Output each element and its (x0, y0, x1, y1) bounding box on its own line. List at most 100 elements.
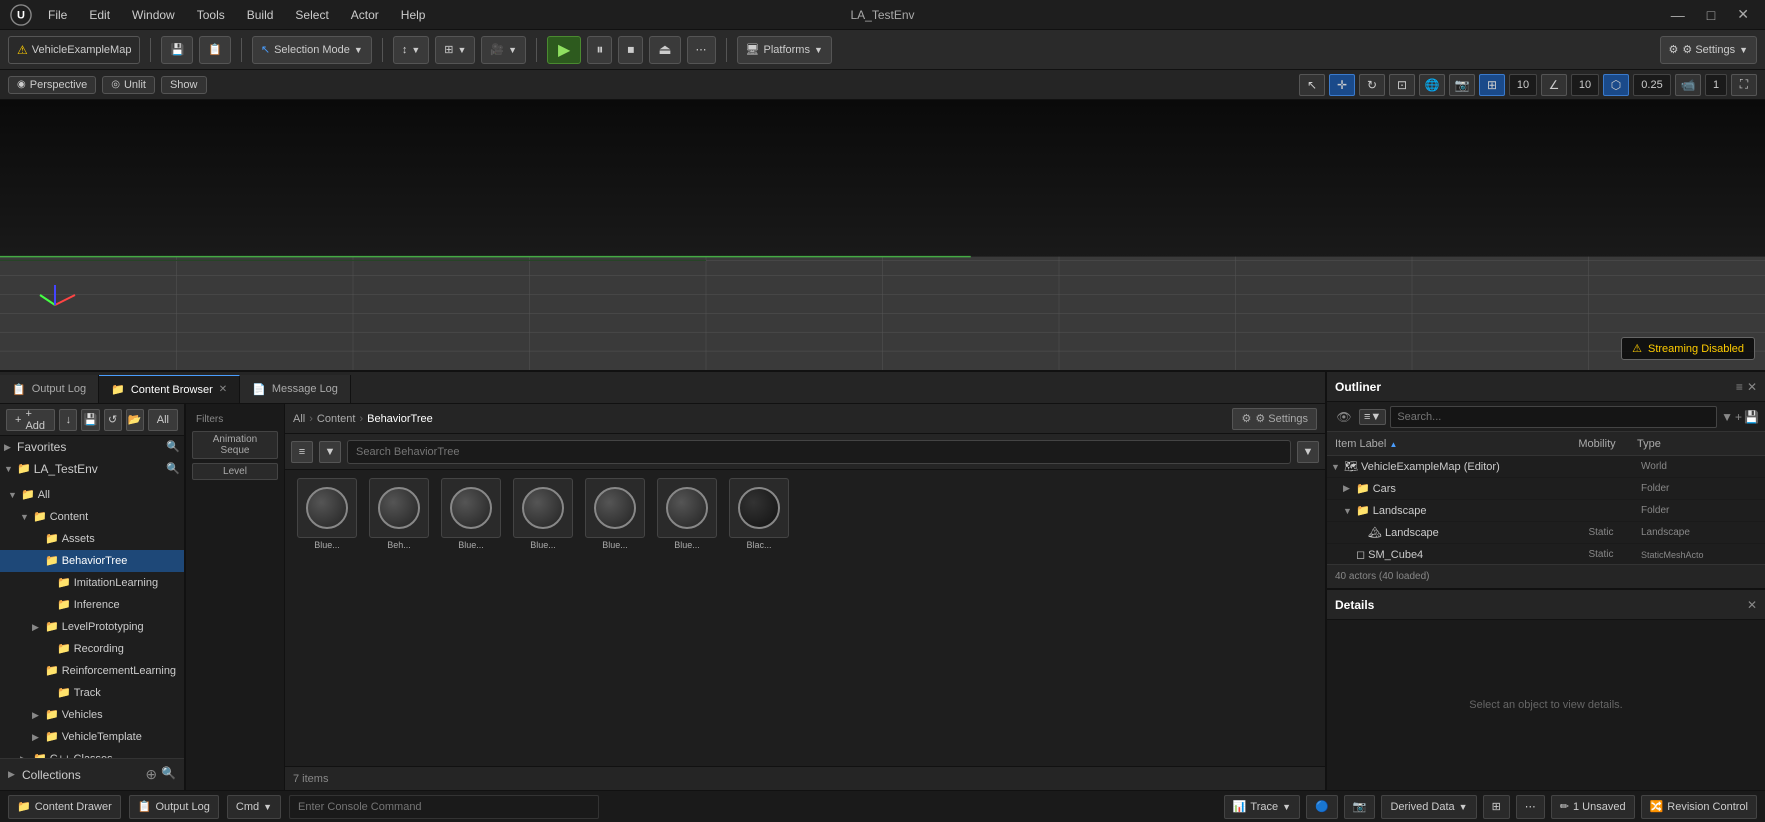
layout-button[interactable]: ⊞ (1483, 795, 1510, 819)
play-button[interactable]: ▶ (547, 36, 581, 64)
search-input[interactable] (347, 440, 1291, 464)
viewport-unlit-button[interactable]: ◎ Unlit (102, 76, 155, 94)
menu-build[interactable]: Build (243, 6, 278, 24)
tree-item-track[interactable]: 📁 Track (0, 682, 184, 704)
favorites-search-icon[interactable]: 🔍 (166, 438, 180, 456)
project-search-icon[interactable]: 🔍 (166, 460, 180, 478)
rotate-tool-button[interactable]: ↻ (1359, 74, 1385, 96)
tree-item-recording[interactable]: 📁 Recording (0, 638, 184, 660)
grid-toggle-button[interactable]: ⊞ (1479, 74, 1505, 96)
tree-item-levelprototyping[interactable]: ▶ 📁 LevelPrototyping (0, 616, 184, 638)
play-options-button[interactable]: ⋯ (687, 36, 716, 64)
maximize-button[interactable]: □ (1701, 5, 1721, 25)
favorites-section[interactable]: ▶ Favorites 🔍 (0, 436, 184, 458)
tree-item-vehicletemplate[interactable]: ▶ 📁 VehicleTemplate (0, 726, 184, 748)
trace-button[interactable]: 📊 Trace ▼ (1224, 795, 1300, 819)
tree-item-assets[interactable]: 📁 Assets (0, 528, 184, 550)
content-item-7[interactable]: Blac... (725, 478, 793, 550)
cmd-button[interactable]: Cmd ▼ (227, 795, 281, 819)
console-input[interactable] (289, 795, 599, 819)
viewport-show-button[interactable]: Show (161, 76, 207, 94)
collections-section[interactable]: ▶ Collections ⊕ 🔍 (0, 758, 184, 790)
camera-count-input[interactable]: 1 (1705, 74, 1727, 96)
content-item-5[interactable]: Blue... (581, 478, 649, 550)
scale-tool-button[interactable]: ⊡ (1389, 74, 1415, 96)
tree-item-content[interactable]: ▼ 📁 Content (0, 506, 184, 528)
outliner-search-input[interactable] (1390, 406, 1717, 428)
content-drawer-button[interactable]: 📁 Content Drawer (8, 795, 121, 819)
project-root[interactable]: ▼ 📁 LA_TestEnv 🔍 (0, 458, 184, 480)
content-item-2[interactable]: Beh... (365, 478, 433, 550)
outliner-save-icon[interactable]: 💾 (1744, 410, 1759, 424)
angle-toggle-button[interactable]: ∠ (1541, 74, 1567, 96)
breadcrumb-all[interactable]: All (293, 413, 305, 425)
all-button[interactable]: All (148, 409, 178, 431)
menu-window[interactable]: Window (128, 6, 179, 24)
outliner-visibility-button[interactable]: 👁 (1333, 410, 1355, 424)
sort-button[interactable]: ▼ (319, 441, 341, 463)
content-item-1[interactable]: Blue... (293, 478, 361, 550)
camera-sync-button[interactable]: 📷 (1449, 74, 1475, 96)
import-button[interactable]: ↓ (59, 409, 77, 431)
viewport-3d[interactable]: ⚠ Streaming Disabled (0, 100, 1765, 370)
selection-mode-button[interactable]: ↖ Selection Mode ▼ (252, 36, 372, 64)
sync-button[interactable]: ↺ (104, 409, 122, 431)
content-item-3[interactable]: Blue... (437, 478, 505, 550)
settings-button[interactable]: ⚙ ⚙ Settings ▼ (1660, 36, 1757, 64)
menu-edit[interactable]: Edit (85, 6, 114, 24)
collections-add-icon[interactable]: ⊕ (145, 766, 157, 783)
screenshot-button[interactable]: 📷 (1344, 795, 1376, 819)
details-close-button[interactable]: ✕ (1747, 598, 1757, 612)
stop-button[interactable]: ⏹ (618, 36, 643, 64)
outliner-row-landscape-folder[interactable]: ▼ 📁 Landscape Folder (1327, 500, 1765, 522)
tree-item-cpp[interactable]: ▶ 📁 C++ Classes (0, 748, 184, 758)
tab-message-log[interactable]: 📄 Message Log (240, 375, 351, 403)
source-control-button[interactable]: 📋 (199, 36, 231, 64)
grid-size-input[interactable]: 10 (1509, 74, 1537, 96)
filter-dropdown-button[interactable]: ≡ (291, 441, 313, 463)
snapping-button[interactable]: ⊞ ▼ (435, 36, 475, 64)
menu-help[interactable]: Help (397, 6, 430, 24)
pause-button[interactable]: ⏸ (587, 36, 612, 64)
tab-output-log[interactable]: 📋 Output Log (0, 375, 99, 403)
add-button[interactable]: + + Add (6, 409, 55, 431)
tree-item-vehicles[interactable]: ▶ 📁 Vehicles (0, 704, 184, 726)
search-expand-button[interactable]: ▼ (1297, 441, 1319, 463)
tree-item-all[interactable]: ▼ 📁 All (0, 484, 184, 506)
menu-select[interactable]: Select (291, 6, 332, 24)
select-tool-button[interactable]: ↖ (1299, 74, 1325, 96)
extras-button[interactable]: ⋯ (1516, 795, 1545, 819)
content-item-6[interactable]: Blue... (653, 478, 721, 550)
maximize-viewport-button[interactable]: ⛶ (1731, 74, 1757, 96)
tab-content-browser[interactable]: 📁 Content Browser ✕ (99, 375, 240, 403)
menu-file[interactable]: File (44, 6, 71, 24)
translate-tool-button[interactable]: ✛ (1329, 74, 1355, 96)
outliner-filter-icon[interactable]: ≡ (1736, 380, 1743, 394)
collections-search-icon[interactable]: 🔍 (161, 766, 176, 783)
breadcrumb-content[interactable]: Content (317, 413, 356, 425)
unsaved-button[interactable]: ✏ 1 Unsaved (1551, 795, 1635, 819)
close-button[interactable]: ✕ (1731, 4, 1755, 25)
tree-item-inference[interactable]: 📁 Inference (0, 594, 184, 616)
outliner-row-landscape-actor[interactable]: 🏔 Landscape Static Landscape (1327, 522, 1765, 544)
platforms-button[interactable]: 🖥 Platforms ▼ (737, 36, 832, 64)
angle-input[interactable]: 10 (1571, 74, 1599, 96)
tree-item-reinforcementlearning[interactable]: 📁 ReinforcementLearning (0, 660, 184, 682)
tree-item-behaviortree[interactable]: 📁 BehaviorTree (0, 550, 184, 572)
outliner-sort-icon[interactable]: ≡▼ (1359, 409, 1386, 425)
camera-count-button[interactable]: 📹 (1675, 74, 1701, 96)
path-button[interactable]: 📂 (126, 409, 144, 431)
cb-settings-button[interactable]: ⚙ ⚙ Settings (1232, 408, 1317, 430)
outliner-add-icon[interactable]: + (1735, 410, 1742, 424)
content-browser-close-button[interactable]: ✕ (219, 384, 227, 395)
content-item-4[interactable]: Blue... (509, 478, 577, 550)
scale-toggle-button[interactable]: ⬡ (1603, 74, 1629, 96)
menu-actor[interactable]: Actor (347, 6, 383, 24)
filter-animation[interactable]: Animation Seque (192, 431, 278, 459)
globe-icon-button[interactable]: 🌐 (1419, 74, 1445, 96)
tree-item-imitationlearning[interactable]: 📁 ImitationLearning (0, 572, 184, 594)
camera-button[interactable]: 🎥 ▼ (481, 36, 526, 64)
filter-level[interactable]: Level (192, 463, 278, 480)
outliner-row-smcube4[interactable]: ◻ SM_Cube4 Static StaticMeshActo (1327, 544, 1765, 564)
breadcrumb-behaviortree[interactable]: BehaviorTree (367, 413, 433, 425)
